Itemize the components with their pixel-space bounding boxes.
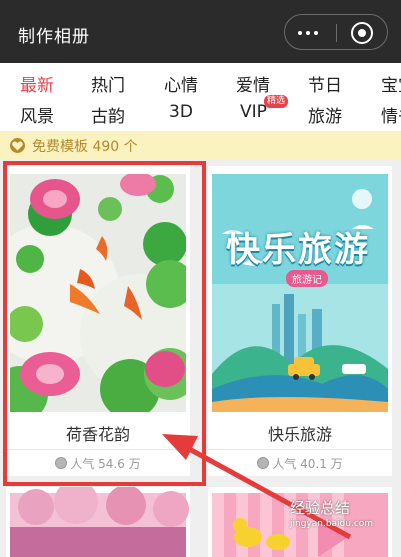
watermark: 经验总结 jingyan.baidu.com — [290, 497, 373, 529]
tab-baby[interactable]: 宝宝 — [381, 71, 401, 96]
tab-travel[interactable]: 旅游 — [308, 102, 342, 127]
watermark-sub: jingyan.baidu.com — [290, 519, 374, 529]
tab-mood[interactable]: 心情 — [164, 71, 198, 96]
tab-ancient[interactable]: 古韵 — [91, 102, 125, 127]
divider — [208, 449, 392, 450]
cherry-thumbnail — [10, 487, 189, 557]
tab-latest[interactable]: 最新 — [20, 71, 54, 96]
template-name: 快乐旅游 — [267, 425, 332, 444]
tab-love[interactable]: 爱情 — [236, 71, 270, 96]
title-bar: 制作相册 — [0, 0, 401, 63]
more-icon[interactable] — [297, 25, 325, 41]
vip-badge: 精选 — [264, 95, 289, 108]
page-title: 制作相册 — [18, 27, 90, 47]
category-tabs: 最新 热门 心情 爱情 节日 宝宝 风景 古韵 3D VIP 精选 旅游 情书 — [0, 63, 401, 131]
popularity: 人气 40.1 万 — [208, 455, 392, 472]
mini-program-capsule — [284, 14, 388, 50]
highlight-box — [3, 161, 206, 486]
tab-scenery[interactable]: 风景 — [20, 102, 54, 127]
tab-hot[interactable]: 热门 — [91, 71, 125, 96]
tab-3d[interactable]: 3D — [169, 102, 193, 122]
notice-text: 免费模板 490 个 — [32, 139, 138, 155]
watermark-main: 经验总结 — [290, 499, 351, 517]
tab-vip[interactable]: VIP — [240, 102, 267, 122]
tab-festival[interactable]: 节日 — [308, 71, 342, 96]
template-card-cherry[interactable] — [6, 487, 190, 557]
eye-icon — [257, 457, 270, 469]
travel-art-ribbon: 旅游记 — [286, 270, 328, 287]
travel-art-title: 快乐旅游 — [226, 230, 370, 270]
template-card-travel[interactable]: 快乐旅游 旅游记 快乐旅游 人气 40.1 万 — [208, 166, 392, 476]
popularity-text: 人气 40.1 万 — [272, 457, 343, 471]
capsule-divider — [336, 24, 337, 42]
close-target-icon[interactable] — [351, 22, 373, 44]
free-templates-notice: 免费模板 490 个 — [0, 131, 401, 159]
tab-letter[interactable]: 情书 — [381, 102, 401, 127]
heart-icon — [10, 138, 25, 153]
travel-thumbnail: 快乐旅游 旅游记 — [212, 174, 388, 412]
